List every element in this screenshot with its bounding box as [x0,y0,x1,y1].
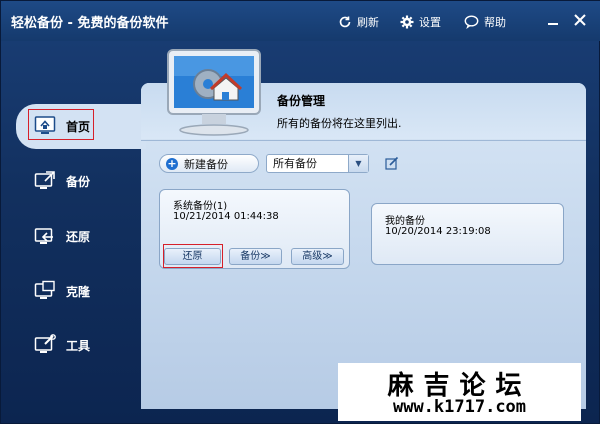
double-chevron-down-icon: ≫ [260,251,271,262]
refresh-button[interactable]: 刷新 [338,13,379,31]
app-title: 轻松备份 - 免费的备份软件 [11,16,169,31]
backup-manager-monitor-icon [167,49,261,136]
sidebar-item-clone-label: 克隆 [66,284,91,299]
sidebar-item-home-label: 首页 [66,119,91,134]
double-chevron-down-icon: ≫ [322,251,333,262]
help-bubble-icon [464,15,479,29]
restore-button-label: 还原 [182,251,203,262]
app-window: 轻松备份 - 免费的备份软件 刷新 设置 帮助 备份管理 所有的备份将在这里列出… [0,0,600,424]
sidebar-item-clone[interactable]: 克隆 [34,277,134,305]
header-divider [141,140,586,141]
home-monitor-icon [34,116,56,134]
help-label: 帮助 [484,16,506,29]
close-icon[interactable] [573,13,587,27]
backup-filter-select[interactable]: 所有备份 ▼ [266,154,369,173]
new-backup-label: 新建备份 [184,157,228,171]
page-description: 所有的备份将在这里列出. [277,117,402,130]
sidebar-item-tools[interactable]: 工具 [34,331,134,359]
backup-name: 系统备份(1) [173,201,228,212]
title-bar: 轻松备份 - 免费的备份软件 刷新 设置 帮助 [1,1,600,41]
chevron-down-icon[interactable]: ▼ [348,155,368,172]
sidebar-item-restore[interactable]: 还原 [34,222,134,250]
sidebar-item-tools-label: 工具 [66,338,91,353]
backup-name: 我的备份 [385,216,425,227]
refresh-label: 刷新 [357,16,379,29]
sidebar-item-home[interactable]: 首页 [34,112,134,140]
backup-time: 10/20/2014 23:19:08 [385,226,491,237]
sidebar-item-restore-label: 还原 [66,229,91,244]
forum-watermark: 麻吉论坛 www.k1717.com [338,363,581,421]
new-backup-button[interactable]: + 新建备份 [159,154,259,173]
gear-icon [400,15,414,29]
settings-button[interactable]: 设置 [400,13,441,31]
backup-icon [34,171,55,189]
plus-icon: + [166,156,178,170]
restore-icon [34,228,53,244]
backup-dropdown-button[interactable]: 备份≫ [229,248,282,265]
watermark-url: www.k1717.com [392,397,527,417]
restore-button[interactable]: 还原 [164,248,221,265]
settings-label: 设置 [419,16,441,29]
clone-icon [34,280,55,299]
help-button[interactable]: 帮助 [464,13,506,31]
page-title: 备份管理 [277,94,326,108]
sidebar-item-backup-label: 备份 [66,174,91,189]
backup-filter-value: 所有备份 [273,157,317,170]
edit-icon[interactable] [385,156,399,170]
backup-button-label: 备份 [240,251,261,262]
advanced-button-label: 高级 [302,251,323,262]
minimize-icon[interactable] [546,13,560,27]
refresh-icon [339,16,351,28]
tools-icon [34,334,56,353]
advanced-dropdown-button[interactable]: 高级≫ [291,248,344,265]
backup-time: 10/21/2014 01:44:38 [173,211,279,222]
sidebar-item-backup[interactable]: 备份 [34,167,134,195]
